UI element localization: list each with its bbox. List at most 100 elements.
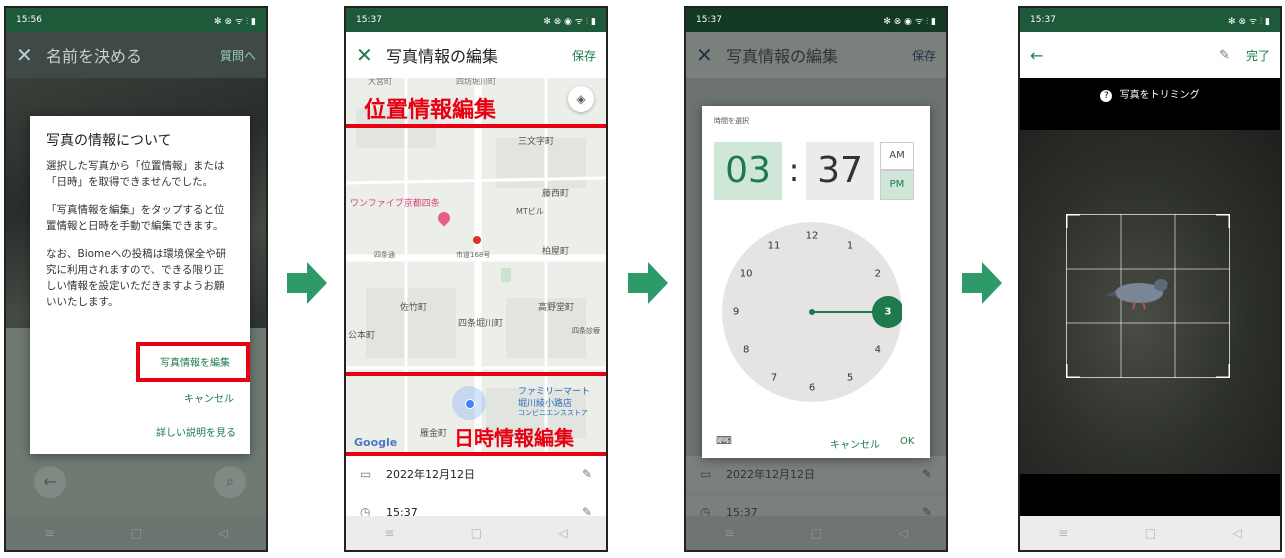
am-toggle[interactable]: AM xyxy=(880,142,914,170)
hour-field[interactable]: 03 xyxy=(714,142,782,200)
question-link[interactable]: 質問へ xyxy=(220,47,256,64)
datetime-edit-label: 日時情報編集 xyxy=(454,426,574,450)
clock-number-9[interactable]: 9 xyxy=(733,307,739,318)
keyboard-icon[interactable]: ⌨ xyxy=(716,434,732,447)
edit-date-pencil-icon: ✎ xyxy=(921,467,932,481)
next-step-arrow-icon xyxy=(962,262,1002,304)
edit-pencil-icon[interactable]: ✎ xyxy=(1219,48,1230,63)
home-icon[interactable]: □ xyxy=(1145,526,1156,540)
status-icons: ✻ ⊗ ᯤ ⫶ ▮ xyxy=(1228,16,1270,27)
dialog-paragraph-1: 選択した写真から「位置情報」または「日時」を取得できませんでした。 xyxy=(46,160,225,188)
search-fab-icon[interactable]: ⌕ xyxy=(214,466,246,498)
photo-info-dialog: 写真の情報について 選択した写真から「位置情報」または「日時」を取得できませんで… xyxy=(30,116,250,454)
time-picker-dialog: 時間を選択 03 : 37 AM PM 12 1 2 3 4 5 6 7 8 9 10 11 ⌨ キャ… xyxy=(702,106,930,458)
google-logo: Google xyxy=(354,436,398,449)
phone-screen-1: 15:56 ✻ ⊗ ᯤ ⫶ ▮ ✕ 名前を決める 質問へ ← ⌕ 写真の情報につ… xyxy=(4,6,268,552)
app-bar: ✕ 写真情報の編集 保存 xyxy=(686,32,946,78)
clock-number-1[interactable]: 1 xyxy=(847,241,853,252)
status-time: 15:56 xyxy=(16,15,42,25)
phone-screen-3: 15:37 ✻ ⊗ ◉ ᯤ ⫶ ▮ ✕ 写真情報の編集 保存 ▭ 2022年12… xyxy=(684,6,948,552)
recent-apps-icon[interactable]: ≡ xyxy=(1058,526,1068,540)
status-time: 15:37 xyxy=(1030,15,1056,25)
picker-caption: 時間を選択 xyxy=(714,117,749,125)
status-bar: 15:37 ✻ ⊗ ◉ ᯤ ⫶ ▮ xyxy=(686,8,946,32)
recent-apps-icon[interactable]: ≡ xyxy=(384,526,394,540)
system-nav-bar: ≡ □ ◁ xyxy=(686,516,946,550)
clock-number-10[interactable]: 10 xyxy=(740,269,753,280)
status-time: 15:37 xyxy=(696,15,722,25)
clock-number-2[interactable]: 2 xyxy=(875,269,881,280)
time-colon: : xyxy=(788,151,800,189)
map-label-top-2: 四坊堀川町 xyxy=(456,78,496,86)
map-label-kanemachi: 雁金町 xyxy=(420,429,448,439)
my-location-icon[interactable]: ◈ xyxy=(568,86,594,112)
dialog-paragraph-2: 「写真情報を編集」をタップすると位置情報と日時を手動で編集できます。 xyxy=(46,204,225,232)
save-button[interactable]: 保存 xyxy=(572,47,596,64)
home-icon[interactable]: □ xyxy=(131,526,142,540)
trim-hint-text: 写真をトリミング xyxy=(1119,90,1200,101)
clock-number-4[interactable]: 4 xyxy=(875,345,881,356)
home-icon[interactable]: □ xyxy=(811,526,822,540)
clock-face[interactable]: 12 1 2 3 4 5 6 7 8 9 10 11 xyxy=(722,222,902,402)
cancel-button[interactable]: キャンセル xyxy=(830,436,880,451)
phone-screen-2: 15:37 ✻ ⊗ ◉ ᯤ ⫶ ▮ ✕ 写真情報の編集 保存 大宮町 四坊堀川町… xyxy=(344,6,608,552)
location-highlight xyxy=(346,124,606,376)
save-button[interactable]: 保存 xyxy=(912,47,936,64)
clock-number-7[interactable]: 7 xyxy=(771,372,777,383)
dialog-title: 写真の情報について xyxy=(46,133,172,149)
back-fab-icon[interactable]: ← xyxy=(34,466,66,498)
status-bar: 15:37 ✻ ⊗ ᯤ ⫶ ▮ xyxy=(1020,8,1280,32)
next-step-arrow-icon xyxy=(628,262,668,304)
done-button[interactable]: 完了 xyxy=(1246,47,1270,64)
pigeon-image xyxy=(1105,271,1177,311)
clock-number-6[interactable]: 6 xyxy=(809,383,815,394)
map-label-top-1: 大宮町 xyxy=(368,78,392,86)
calendar-icon: ▭ xyxy=(700,467,712,481)
detail-explanation-link[interactable]: 詳しい説明を見る xyxy=(156,424,236,439)
home-icon[interactable]: □ xyxy=(471,526,482,540)
crop-frame[interactable] xyxy=(1066,214,1230,378)
clock-hand xyxy=(809,296,902,328)
status-time: 15:37 xyxy=(356,15,382,25)
close-icon[interactable]: ✕ xyxy=(356,43,386,67)
app-bar: ← ✎ 完了 xyxy=(1020,32,1280,78)
status-icons: ✻ ⊗ ◉ ᯤ ⫶ ▮ xyxy=(543,16,596,27)
clock-number-3[interactable]: 3 xyxy=(885,307,892,318)
clock-number-11[interactable]: 11 xyxy=(768,241,781,252)
recent-apps-icon[interactable]: ≡ xyxy=(44,526,54,540)
ok-button[interactable]: OK xyxy=(900,436,914,447)
system-nav-bar: ≡ □ ◁ xyxy=(6,516,266,550)
clock-number-12[interactable]: 12 xyxy=(806,231,819,242)
back-icon[interactable]: ◁ xyxy=(559,526,568,540)
back-icon[interactable]: ◁ xyxy=(1233,526,1242,540)
edit-button-highlight xyxy=(136,342,250,382)
cancel-button[interactable]: キャンセル xyxy=(184,390,234,405)
system-nav-bar: ≡ □ ◁ xyxy=(346,516,606,550)
dialog-paragraph-3: なお、Biomeへの投稿は環境保全や研究に利用されますので、できる限り正しい情報… xyxy=(46,248,227,308)
datetime-highlight xyxy=(346,452,606,522)
pm-toggle[interactable]: PM xyxy=(880,170,914,200)
phone-screen-4: 15:37 ✻ ⊗ ᯤ ⫶ ▮ ← ✎ 完了 ? 写真をトリミング ≡ □ ◁ xyxy=(1018,6,1282,552)
back-icon[interactable]: ◁ xyxy=(219,526,228,540)
map-label-familymart-type: コンビニエンスストア xyxy=(518,409,588,417)
back-icon[interactable]: ◁ xyxy=(899,526,908,540)
clock-number-8[interactable]: 8 xyxy=(743,345,749,356)
back-arrow-icon[interactable]: ← xyxy=(1030,46,1219,65)
help-icon: ? xyxy=(1100,90,1113,102)
date-value: 2022年12月12日 xyxy=(726,468,815,481)
page-title: 写真情報の編集 xyxy=(726,47,839,66)
current-location-dot-icon xyxy=(452,386,486,420)
status-bar: 15:56 ✻ ⊗ ᯤ ⫶ ▮ xyxy=(6,8,266,32)
next-step-arrow-icon xyxy=(287,262,327,304)
date-row: ▭ 2022年12月12日 ✎ xyxy=(686,456,946,492)
clock-number-5[interactable]: 5 xyxy=(847,372,853,383)
system-nav-bar: ≡ □ ◁ xyxy=(1020,516,1280,550)
trim-hint: ? 写真をトリミング xyxy=(1020,86,1280,102)
recent-apps-icon[interactable]: ≡ xyxy=(724,526,734,540)
close-icon[interactable]: ✕ xyxy=(16,43,46,67)
app-bar: ✕ 写真情報の編集 保存 xyxy=(346,32,606,78)
minute-field[interactable]: 37 xyxy=(806,142,874,200)
status-bar: 15:37 ✻ ⊗ ◉ ᯤ ⫶ ▮ xyxy=(346,8,606,32)
close-icon[interactable]: ✕ xyxy=(696,43,726,67)
status-icons: ✻ ⊗ ◉ ᯤ ⫶ ▮ xyxy=(883,16,936,27)
